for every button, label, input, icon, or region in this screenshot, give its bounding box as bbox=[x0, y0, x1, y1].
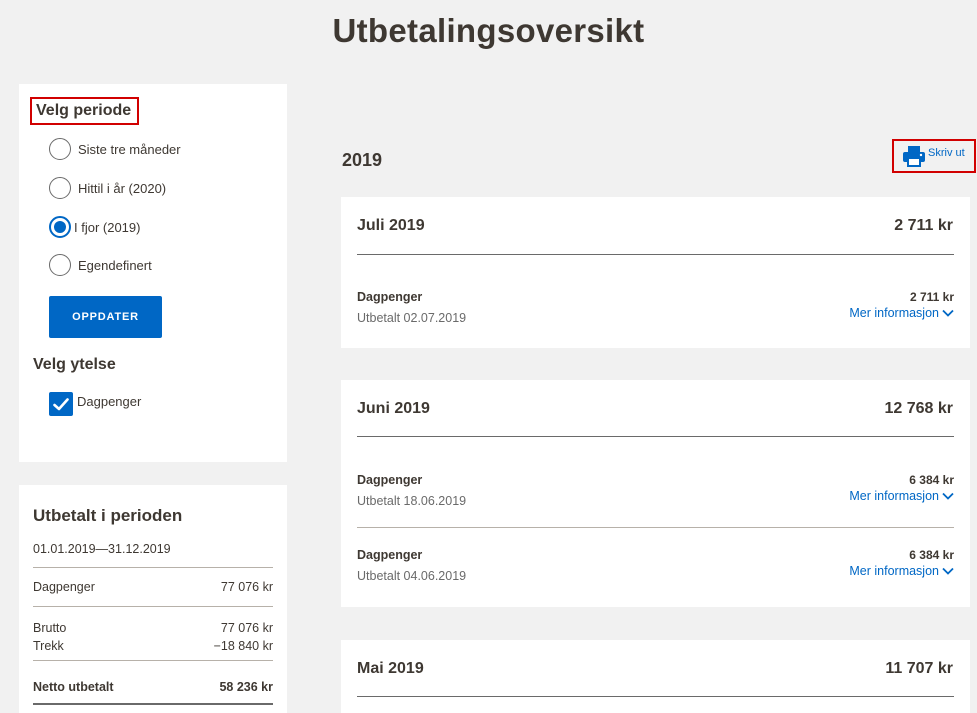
period-heading: Velg periode bbox=[30, 97, 140, 125]
benefit-heading: Velg ytelse bbox=[33, 356, 116, 373]
radio-label: Siste tre måneder bbox=[78, 141, 181, 157]
summary-net-row: Netto utbetalt 58 236 kr bbox=[33, 680, 273, 694]
payment-date: Utbetalt 04.06.2019 bbox=[357, 569, 467, 583]
payment-type: Dagpenger bbox=[357, 290, 423, 304]
radio-last-three-months[interactable]: Siste tre måneder bbox=[49, 136, 181, 162]
payment-item: Dagpenger Utbetalt 18.06.2019 6 384 kr M… bbox=[357, 473, 954, 533]
payment-date: Utbetalt 02.07.2019 bbox=[357, 311, 467, 325]
more-info-label: Mer informasjon bbox=[849, 489, 939, 503]
divider bbox=[357, 696, 954, 697]
summary-panel: Utbetalt i perioden 01.01.2019—31.12.201… bbox=[19, 485, 287, 713]
more-info-link[interactable]: Mer informasjon bbox=[849, 306, 954, 320]
checkbox-checked-icon[interactable] bbox=[49, 392, 73, 416]
more-info-label: Mer informasjon bbox=[849, 306, 939, 320]
payment-date: Utbetalt 18.06.2019 bbox=[357, 494, 467, 508]
payment-amount: 6 384 kr bbox=[909, 473, 954, 487]
payment-item: Dagpenger Utbetalt 02.07.2019 2 711 kr M… bbox=[357, 290, 954, 350]
year-title: 2019 bbox=[342, 150, 383, 170]
divider bbox=[33, 606, 273, 607]
radio-button-selected[interactable] bbox=[49, 216, 71, 238]
month-total: 12 768 kr bbox=[884, 400, 953, 417]
radio-button[interactable] bbox=[49, 177, 71, 199]
payment-amount: 2 711 kr bbox=[909, 290, 954, 304]
summary-deduction-row: Trekk −18 840 kr bbox=[33, 639, 273, 653]
radio-label: Egendefinert bbox=[78, 257, 152, 273]
divider bbox=[33, 660, 273, 661]
divider bbox=[357, 527, 954, 528]
month-name: Mai 2019 bbox=[357, 660, 424, 677]
payment-amount: 6 384 kr bbox=[909, 548, 954, 562]
radio-button[interactable] bbox=[49, 254, 71, 276]
chevron-down-icon bbox=[942, 309, 954, 317]
payment-type: Dagpenger bbox=[357, 548, 423, 562]
print-button[interactable]: Skriv ut bbox=[892, 139, 976, 173]
page-title: Utbetalingsoversikt bbox=[332, 12, 645, 49]
summary-deduction-label: Trekk bbox=[33, 639, 64, 653]
summary-net-label: Netto utbetalt bbox=[33, 680, 114, 694]
filter-panel: Velg periode Siste tre måneder Hittil i … bbox=[19, 84, 287, 462]
radio-year-to-date[interactable]: Hittil i år (2020) bbox=[49, 175, 166, 201]
more-info-label: Mer informasjon bbox=[849, 564, 939, 578]
month-card-juni-2019: Juni 2019 12 768 kr Dagpenger Utbetalt 1… bbox=[341, 380, 970, 607]
checkbox-label: Dagpenger bbox=[77, 393, 142, 409]
summary-title: Utbetalt i perioden bbox=[33, 506, 183, 525]
chevron-down-icon bbox=[942, 492, 954, 500]
month-card-mai-2019: Mai 2019 11 707 kr bbox=[341, 640, 970, 713]
print-label: Skriv ut bbox=[928, 147, 965, 159]
month-name: Juli 2019 bbox=[357, 217, 425, 234]
divider bbox=[357, 254, 954, 255]
radio-label: I fjor (2019) bbox=[74, 219, 141, 235]
summary-gross-label: Brutto bbox=[33, 621, 67, 635]
summary-gross-amount: 77 076 kr bbox=[220, 621, 273, 635]
chevron-down-icon bbox=[942, 567, 954, 575]
month-total: 11 707 kr bbox=[885, 660, 953, 677]
more-info-link[interactable]: Mer informasjon bbox=[849, 564, 954, 578]
radio-label: Hittil i år (2020) bbox=[78, 180, 167, 196]
radio-custom[interactable]: Egendefinert bbox=[49, 252, 152, 278]
payment-type: Dagpenger bbox=[357, 473, 423, 487]
divider bbox=[33, 703, 273, 705]
month-card-juli-2019: Juli 2019 2 711 kr Dagpenger Utbetalt 02… bbox=[341, 197, 970, 348]
summary-benefit-amount: 77 076 kr bbox=[220, 580, 273, 594]
summary-gross-row: Brutto 77 076 kr bbox=[33, 621, 273, 635]
radio-last-year[interactable]: I fjor (2019) bbox=[49, 214, 140, 240]
update-button[interactable]: OPPDATER bbox=[49, 296, 162, 338]
summary-net-amount: 58 236 kr bbox=[219, 680, 273, 694]
month-total: 2 711 kr bbox=[894, 217, 953, 234]
summary-date-range: 01.01.2019—31.12.2019 bbox=[33, 542, 171, 556]
radio-button[interactable] bbox=[49, 138, 71, 160]
printer-icon bbox=[903, 146, 925, 167]
divider bbox=[357, 436, 954, 437]
more-info-link[interactable]: Mer informasjon bbox=[849, 489, 954, 503]
benefit-checkbox-dagpenger[interactable]: Dagpenger bbox=[49, 392, 141, 416]
summary-benefit-label: Dagpenger bbox=[33, 580, 95, 594]
divider bbox=[33, 567, 273, 568]
month-name: Juni 2019 bbox=[357, 400, 430, 417]
summary-deduction-amount: −18 840 kr bbox=[213, 639, 273, 653]
payment-item: Dagpenger Utbetalt 04.06.2019 6 384 kr M… bbox=[357, 548, 954, 608]
summary-benefit-row: Dagpenger 77 076 kr bbox=[33, 580, 273, 594]
